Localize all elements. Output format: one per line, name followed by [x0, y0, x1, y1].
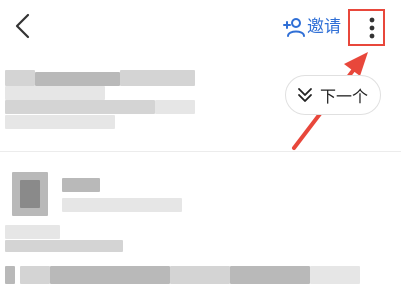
- section-divider: [0, 151, 401, 152]
- next-button[interactable]: 下一个: [285, 75, 381, 115]
- next-label: 下一个: [320, 87, 369, 106]
- back-button[interactable]: [8, 10, 40, 42]
- chevron-left-icon: [15, 13, 30, 39]
- double-chevron-down-icon: [298, 88, 312, 102]
- invite-label: 邀请: [307, 17, 341, 37]
- invite-button[interactable]: 邀请: [283, 14, 341, 40]
- person-add-icon: [283, 18, 305, 37]
